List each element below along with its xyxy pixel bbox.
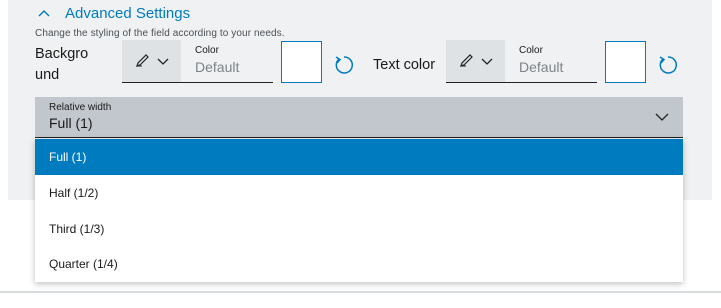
relative-width-label: Relative width — [49, 102, 112, 113]
text-color-color-label: Color — [519, 45, 543, 56]
help-text: Change the styling of the field accordin… — [35, 28, 285, 39]
section-title: Advanced Settings — [65, 5, 191, 22]
background-label-line1: Backgro — [35, 46, 89, 62]
background-reset-button[interactable] — [333, 54, 355, 76]
relative-width-options: Full (1) Half (1/2) Third (1/3) Quarter … — [35, 139, 683, 282]
chevron-down-icon — [480, 54, 494, 68]
text-color-reset-button[interactable] — [657, 54, 679, 76]
background-color-value: Default — [195, 59, 240, 75]
background-label: Backgro und — [35, 44, 88, 86]
background-label-line2: und — [35, 67, 60, 83]
text-color-swatch[interactable] — [605, 41, 646, 83]
relative-width-value: Full (1) — [49, 115, 93, 131]
option-quarter[interactable]: Quarter (1/4) — [35, 246, 683, 282]
option-half[interactable]: Half (1/2) — [35, 175, 683, 211]
background-color-picker-button[interactable] — [122, 40, 181, 83]
option-third[interactable]: Third (1/3) — [35, 211, 683, 247]
chevron-down-icon — [156, 54, 170, 68]
text-color-input[interactable]: Color Default — [505, 40, 597, 83]
divider — [0, 291, 721, 293]
advanced-settings-toggle[interactable]: Advanced Settings — [37, 5, 190, 22]
background-color-label: Color — [195, 45, 219, 56]
text-color-picker-button[interactable] — [446, 40, 505, 83]
option-full[interactable]: Full (1) — [35, 139, 683, 175]
reset-icon — [333, 56, 355, 80]
chevron-down-icon — [655, 110, 669, 129]
background-color-input[interactable]: Color Default — [181, 40, 273, 83]
chevron-up-icon — [37, 7, 51, 21]
relative-width-select[interactable]: Relative width Full (1) — [35, 97, 683, 138]
reset-icon — [657, 56, 679, 80]
text-color-value: Default — [519, 59, 564, 75]
text-color-label: Text color — [373, 57, 436, 73]
background-color-swatch[interactable] — [281, 41, 322, 83]
